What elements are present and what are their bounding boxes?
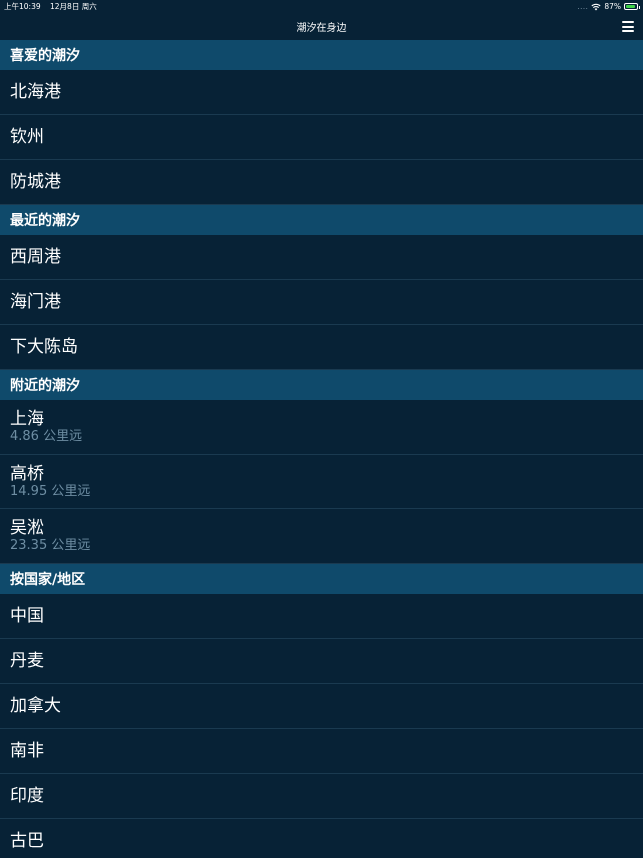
list-item[interactable]: 下大陈岛 [0, 325, 643, 370]
list-item-title: 下大陈岛 [10, 337, 78, 357]
signal-icon: .... [577, 2, 589, 11]
list-item[interactable]: 上海 4.86 公里远 [0, 400, 643, 455]
list-item[interactable]: 印度 [0, 774, 643, 819]
section-header: 附近的潮汐 [0, 370, 643, 400]
battery-percent: 87% [604, 2, 621, 11]
status-bar: 上午10:39 12月8日 周六 .... 87% [0, 0, 643, 13]
list-item-title: 中国 [10, 605, 44, 626]
list-item[interactable]: 加拿大 [0, 684, 643, 729]
menu-line [622, 25, 634, 28]
app-window: 上午10:39 12月8日 周六 .... 87% 潮汐在身边 喜爱的潮汐北海港… [0, 0, 643, 858]
list-item[interactable]: 钦州 [0, 115, 643, 160]
list-item-title: 北海港 [10, 82, 61, 102]
status-left: 上午10:39 12月8日 周六 [4, 1, 104, 12]
list-item-title: 钦州 [10, 127, 44, 147]
list-item-distance: 23.35 公里远 [10, 538, 91, 554]
section-header: 最近的潮汐 [0, 205, 643, 235]
status-time: 上午10:39 [4, 2, 41, 11]
list-item[interactable]: 丹麦 [0, 639, 643, 684]
list-item-title: 防城港 [10, 172, 61, 192]
status-date: 12月8日 周六 [50, 2, 97, 11]
list-item-title: 西周港 [10, 247, 61, 267]
list-item[interactable]: 高桥 14.95 公里远 [0, 455, 643, 509]
section-header: 按国家/地区 [0, 563, 643, 594]
section-header: 喜爱的潮汐 [0, 40, 643, 70]
list-item[interactable]: 吴淞 23.35 公里远 [0, 509, 643, 564]
menu-line [622, 30, 634, 32]
battery-icon [624, 3, 640, 10]
list-item-title: 丹麦 [10, 650, 44, 671]
list-item-title: 加拿大 [10, 695, 61, 716]
list-item-title: 海门港 [10, 292, 61, 312]
list-item-title: 上海 [10, 409, 44, 430]
list-item-distance: 4.86 公里远 [10, 429, 83, 445]
list-item-title: 古巴 [10, 830, 44, 851]
list-item[interactable]: 南非 [0, 729, 643, 774]
list-item[interactable]: 中国 [0, 594, 643, 639]
wifi-icon [591, 3, 601, 10]
hamburger-menu-icon[interactable] [622, 21, 634, 32]
menu-line [622, 21, 634, 23]
status-right: .... 87% [577, 2, 640, 11]
list-item-distance: 14.95 公里远 [10, 483, 91, 499]
list-item[interactable]: 西周港 [0, 235, 643, 280]
nav-bar: 潮汐在身边 [0, 13, 643, 40]
nav-title: 潮汐在身边 [296, 23, 347, 34]
list-item[interactable]: 海门港 [0, 280, 643, 325]
tide-list: 喜爱的潮汐 北海港 钦州 防城港 最近的潮汐 西周港 海门港 下大陈岛 附近的潮汐 上海 4.86 … [0, 40, 643, 858]
list-item[interactable]: 北海港 [0, 70, 643, 115]
list-item-title: 高桥 [10, 463, 44, 484]
battery-fill [626, 5, 635, 8]
list-item-title: 吴淞 [10, 518, 44, 539]
list-item[interactable]: 古巴 [0, 819, 643, 858]
list-item[interactable]: 防城港 [0, 160, 643, 205]
list-item-title: 南非 [10, 740, 44, 761]
list-item-title: 印度 [10, 785, 44, 806]
